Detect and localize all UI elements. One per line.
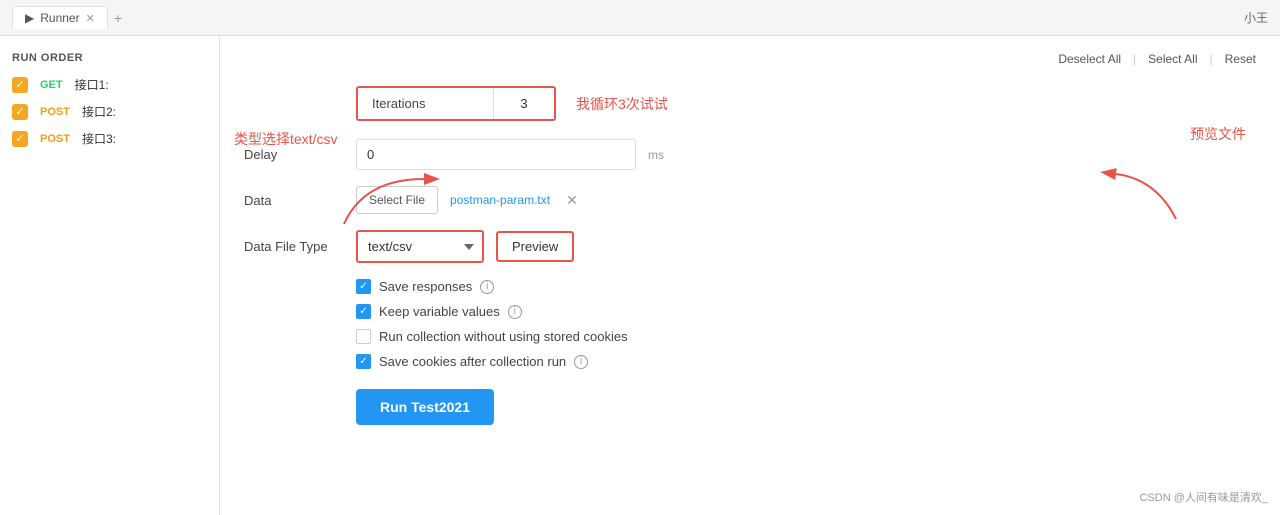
iterations-row: Iterations 我循环3次试试: [244, 86, 1256, 121]
select-all-link[interactable]: Select All: [1148, 52, 1197, 66]
save-cookies-info-icon[interactable]: i: [574, 355, 588, 369]
right-panel: Deselect All | Select All | Reset Iterat…: [220, 36, 1280, 515]
save-responses-label: Save responses: [379, 279, 472, 294]
iterations-box: Iterations: [356, 86, 556, 121]
right-panel-inner: Deselect All | Select All | Reset Iterat…: [244, 52, 1256, 425]
data-label: Data: [244, 193, 344, 208]
file-name-label: postman-param.txt: [450, 193, 550, 207]
preview-button[interactable]: Preview: [496, 231, 574, 262]
run-button-row: Run Test2021: [356, 389, 1256, 425]
runner-icon: ▶: [25, 11, 34, 25]
iterations-annotation: 我循环3次试试: [576, 94, 668, 114]
divider2: |: [1210, 52, 1213, 66]
run-order-title: RUN ORDER: [12, 52, 207, 64]
checkbox-item2[interactable]: [12, 104, 28, 120]
save-cookies-checkbox[interactable]: [356, 354, 371, 369]
list-item: POST 接口3:: [12, 130, 207, 147]
reset-link[interactable]: Reset: [1225, 52, 1256, 66]
data-file-type-label: Data File Type: [244, 239, 344, 254]
keep-variable-checkbox[interactable]: [356, 304, 371, 319]
top-bar: ▶ Runner ✕ + 小王: [0, 0, 1280, 36]
select-file-button[interactable]: Select File: [356, 186, 438, 214]
save-responses-info-icon[interactable]: i: [480, 280, 494, 294]
list-item: POST 接口2:: [12, 103, 207, 120]
method-post-badge-2: POST: [36, 132, 74, 146]
method-post-badge-1: POST: [36, 105, 74, 119]
save-responses-checkbox[interactable]: [356, 279, 371, 294]
ms-label: ms: [648, 148, 664, 162]
tab-label: Runner: [40, 11, 79, 25]
run-without-cookies-label: Run collection without using stored cook…: [379, 329, 628, 344]
save-responses-row: Save responses i: [356, 279, 1256, 294]
keep-variable-label: Keep variable values: [379, 304, 500, 319]
keep-variable-row: Keep variable values i: [356, 304, 1256, 319]
checkbox-item3[interactable]: [12, 131, 28, 147]
user-label: 小王: [1244, 9, 1268, 26]
tab-close-icon[interactable]: ✕: [86, 12, 95, 25]
keep-variable-info-icon[interactable]: i: [508, 305, 522, 319]
delay-input[interactable]: [356, 139, 636, 170]
remove-file-icon[interactable]: ✕: [566, 192, 578, 209]
request-name-1: 接口1:: [75, 76, 109, 93]
runner-tab[interactable]: ▶ Runner ✕: [12, 6, 108, 29]
divider1: |: [1133, 52, 1136, 66]
request-name-3: 接口3:: [82, 130, 116, 147]
run-without-cookies-checkbox[interactable]: [356, 329, 371, 344]
file-type-select-wrapper: text/csvapplication/jsontext/plain: [356, 230, 484, 263]
data-row: Data Select File postman-param.txt ✕: [244, 186, 1256, 214]
iterations-input[interactable]: [494, 88, 554, 119]
csdn-watermark: CSDN @人间有味是清欢_: [1139, 489, 1268, 505]
run-without-cookies-row: Run collection without using stored cook…: [356, 329, 1256, 344]
file-type-select[interactable]: text/csvapplication/jsontext/plain: [358, 232, 482, 261]
request-name-2: 接口2:: [82, 103, 116, 120]
list-item: GET 接口1:: [12, 76, 207, 93]
iterations-label: Iterations: [358, 88, 494, 119]
save-cookies-row: Save cookies after collection run i: [356, 354, 1256, 369]
deselect-all-link[interactable]: Deselect All: [1058, 52, 1121, 66]
delay-label: Delay: [244, 147, 344, 162]
delay-row: Delay ms: [244, 139, 1256, 170]
actions-row: Deselect All | Select All | Reset: [244, 52, 1256, 66]
save-cookies-label: Save cookies after collection run: [379, 354, 566, 369]
new-tab-button[interactable]: +: [114, 10, 122, 26]
method-get-badge: GET: [36, 78, 67, 92]
main-layout: RUN ORDER GET 接口1: POST 接口2: POST 接口3: D…: [0, 36, 1280, 515]
sidebar: RUN ORDER GET 接口1: POST 接口2: POST 接口3:: [0, 36, 220, 515]
data-file-type-row: Data File Type text/csvapplication/jsont…: [244, 230, 1256, 263]
checkbox-item1[interactable]: [12, 77, 28, 93]
run-test-button[interactable]: Run Test2021: [356, 389, 494, 425]
